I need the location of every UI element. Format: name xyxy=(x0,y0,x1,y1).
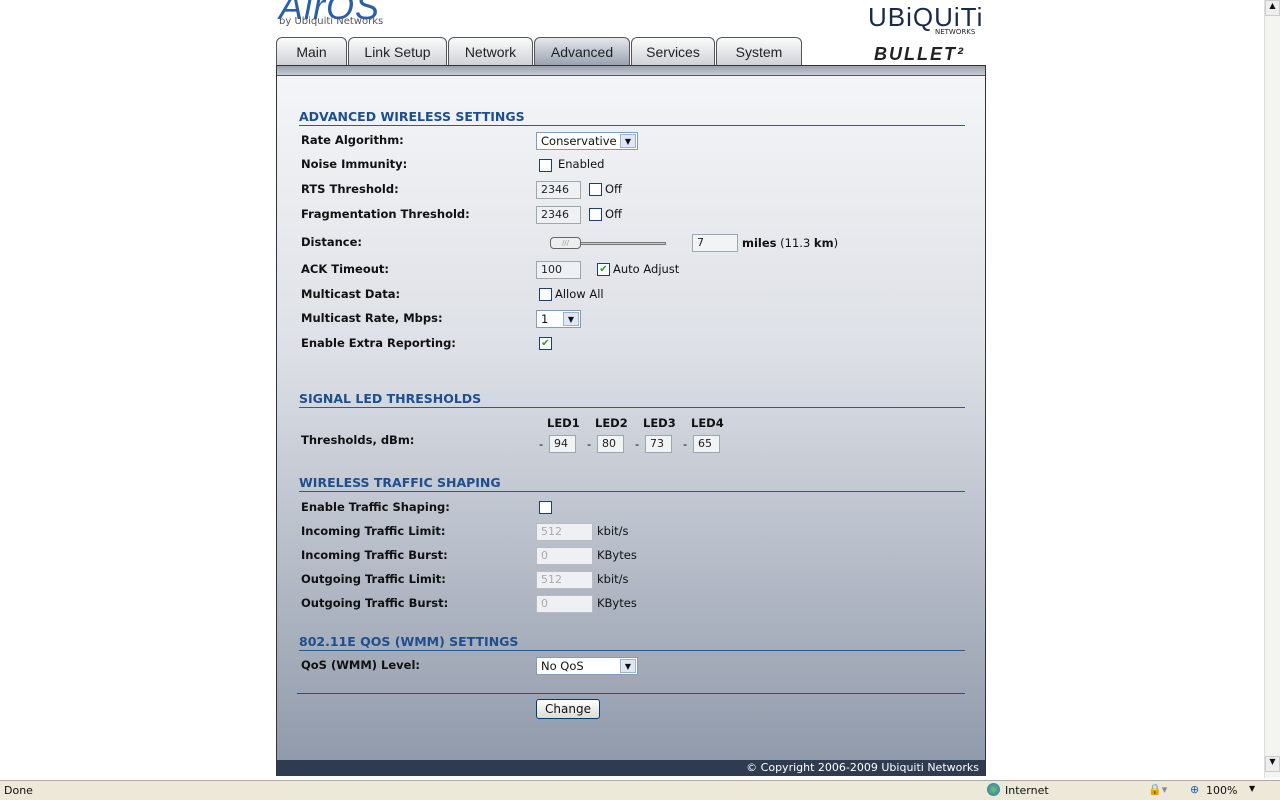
section-qos: 802.11E QOS (WMM) SETTINGS xyxy=(299,634,965,651)
distance-km-close: ) xyxy=(833,236,839,250)
zone-text: Internet xyxy=(1005,784,1049,797)
distance-slider-handle[interactable]: /// xyxy=(550,237,581,249)
ubiquiti-logo-sub: NETWORKS xyxy=(935,28,976,36)
incoming-burst-label: Incoming Traffic Burst: xyxy=(301,548,448,562)
copyright-footer: © Copyright 2006-2009 Ubiquiti Networks xyxy=(277,760,985,776)
tab-services[interactable]: Services xyxy=(631,37,715,65)
tab-advanced[interactable]: Advanced xyxy=(534,37,630,65)
distance-km-open: (11.3 xyxy=(780,236,814,250)
multicast-option: Allow All xyxy=(555,287,604,301)
multicast-rate-value: 1 xyxy=(541,312,549,326)
frag-off-checkbox[interactable] xyxy=(589,208,602,221)
qos-select[interactable]: No QoS ▼ xyxy=(536,657,638,675)
distance-input[interactable]: 7 xyxy=(692,234,738,252)
chevron-down-icon: ▼ xyxy=(563,312,579,326)
change-button[interactable]: Change xyxy=(536,699,600,719)
incoming-limit-unit: kbit/s xyxy=(597,524,629,538)
extra-reporting-checkbox[interactable]: ✔ xyxy=(539,337,552,350)
qos-value: No QoS xyxy=(541,659,584,673)
zoom-level[interactable]: 100% xyxy=(1206,784,1237,797)
outgoing-limit-label: Outgoing Traffic Limit: xyxy=(301,572,446,586)
incoming-limit-input[interactable]: 512 xyxy=(536,523,593,541)
extra-reporting-label: Enable Extra Reporting: xyxy=(301,336,456,350)
led3-input[interactable]: 73 xyxy=(645,435,672,453)
distance-km-unit: km xyxy=(813,236,834,250)
section-traffic-shaping: WIRELESS TRAFFIC SHAPING xyxy=(299,475,965,492)
enable-shaping-label: Enable Traffic Shaping: xyxy=(301,500,450,514)
outgoing-limit-unit: kbit/s xyxy=(597,572,629,586)
ack-auto-checkbox[interactable]: ✔ xyxy=(597,263,610,276)
bullet-logo: BULLET² xyxy=(874,44,965,64)
led2-header: LED2 xyxy=(595,416,628,430)
tab-network[interactable]: Network xyxy=(448,37,533,65)
ack-input[interactable]: 100 xyxy=(536,261,581,279)
led4-sign: - xyxy=(683,437,688,451)
protected-mode-icon[interactable]: 🔒▾ xyxy=(1148,783,1167,796)
distance-label: Distance: xyxy=(301,235,362,249)
noise-immunity-option: Enabled xyxy=(558,157,605,171)
status-text: Done xyxy=(4,784,33,797)
outgoing-burst-unit: KBytes xyxy=(597,596,637,610)
led2-input[interactable]: 80 xyxy=(597,435,624,453)
rts-input[interactable]: 2346 xyxy=(536,181,581,199)
tab-main[interactable]: Main xyxy=(276,37,347,65)
frag-off-label: Off xyxy=(605,207,622,221)
incoming-burst-unit: KBytes xyxy=(597,548,637,562)
led3-sign: - xyxy=(635,437,640,451)
vertical-scrollbar[interactable]: ▲ ▼ xyxy=(1264,0,1280,778)
qos-label: QoS (WMM) Level: xyxy=(301,658,421,672)
ack-auto-label: Auto Adjust xyxy=(613,262,680,276)
status-bar: Done Internet 🔒▾ ⊕ 100% ▼ xyxy=(0,780,1280,800)
scroll-up-arrow[interactable]: ▲ xyxy=(1265,0,1280,16)
incoming-limit-label: Incoming Traffic Limit: xyxy=(301,524,446,538)
tab-system[interactable]: System xyxy=(716,37,802,65)
led1-header: LED1 xyxy=(547,416,580,430)
led4-header: LED4 xyxy=(691,416,724,430)
zoom-dropdown-icon[interactable]: ▼ xyxy=(1249,784,1255,793)
rate-algorithm-value: Conservative xyxy=(541,134,617,148)
led4-input[interactable]: 65 xyxy=(693,435,720,453)
thresholds-label: Thresholds, dBm: xyxy=(301,433,415,447)
outgoing-limit-input[interactable]: 512 xyxy=(536,571,593,589)
incoming-burst-input[interactable]: 0 xyxy=(536,547,593,565)
rts-label: RTS Threshold: xyxy=(301,182,399,196)
section-led-thresholds: SIGNAL LED THRESHOLDS xyxy=(299,391,965,408)
distance-unit: miles xyxy=(742,236,777,250)
chevron-down-icon: ▼ xyxy=(620,134,636,148)
zoom-icon: ⊕ xyxy=(1190,783,1200,796)
frag-input[interactable]: 2346 xyxy=(536,206,581,224)
outgoing-burst-input[interactable]: 0 xyxy=(536,595,593,613)
rts-off-checkbox[interactable] xyxy=(589,183,602,196)
scroll-down-arrow[interactable]: ▼ xyxy=(1265,756,1280,772)
multicast-checkbox[interactable] xyxy=(539,288,552,301)
rts-off-label: Off xyxy=(605,182,622,196)
led1-input[interactable]: 94 xyxy=(549,435,576,453)
frag-label: Fragmentation Threshold: xyxy=(301,207,470,221)
airos-byline: by Ubiquiti Networks xyxy=(279,16,384,27)
divider xyxy=(297,693,965,694)
main-tabs: Main Link Setup Network Advanced Service… xyxy=(276,37,802,65)
panel-topbar xyxy=(277,66,985,76)
chevron-down-icon: ▼ xyxy=(620,659,636,673)
globe-icon xyxy=(987,783,1000,796)
tab-link-setup[interactable]: Link Setup xyxy=(348,37,447,65)
noise-immunity-checkbox[interactable] xyxy=(539,159,552,172)
led2-sign: - xyxy=(587,437,592,451)
outgoing-burst-label: Outgoing Traffic Burst: xyxy=(301,596,449,610)
led3-header: LED3 xyxy=(643,416,676,430)
ack-label: ACK Timeout: xyxy=(301,262,390,276)
rate-algorithm-select[interactable]: Conservative ▼ xyxy=(536,132,638,150)
led1-sign: - xyxy=(539,437,544,451)
multicast-label: Multicast Data: xyxy=(301,287,401,301)
multicast-rate-select[interactable]: 1 ▼ xyxy=(536,310,581,328)
multicast-rate-label: Multicast Rate, Mbps: xyxy=(301,311,443,325)
section-advanced-wireless: ADVANCED WIRELESS SETTINGS xyxy=(299,109,965,126)
rate-algorithm-label: Rate Algorithm: xyxy=(301,133,404,147)
noise-immunity-label: Noise Immunity: xyxy=(301,157,408,171)
enable-shaping-checkbox[interactable] xyxy=(539,501,552,514)
